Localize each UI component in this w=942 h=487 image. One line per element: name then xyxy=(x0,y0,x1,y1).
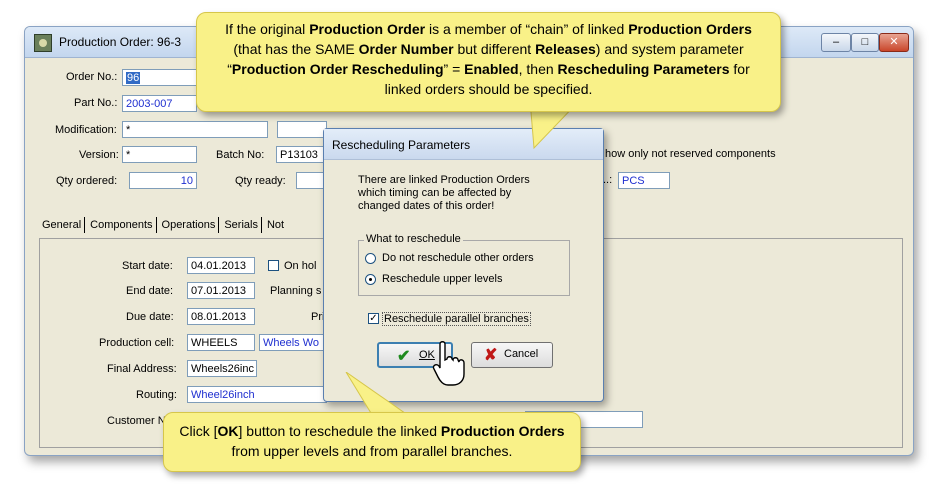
production-cell-label: Production cell: xyxy=(99,337,175,349)
reschedule-upper-levels-label[interactable]: Reschedule upper levels xyxy=(382,273,502,285)
unit-label: ..: xyxy=(603,174,613,186)
due-date-field[interactable]: 08.01.2013 xyxy=(187,308,255,325)
final-address-label: Final Address: xyxy=(107,363,177,375)
batch-no-field[interactable]: P13103 xyxy=(276,146,326,163)
start-date-label: Start date: xyxy=(122,260,173,272)
maximize-icon: □ xyxy=(861,36,869,48)
dialog-message-line-3: changed dates of this order! xyxy=(358,200,495,212)
routing-field[interactable]: Wheel26inch xyxy=(187,386,327,403)
maximize-button[interactable]: □ xyxy=(851,33,879,52)
on-hold-label: On hol xyxy=(284,260,317,272)
modification-field[interactable]: * xyxy=(122,121,268,138)
window-title: Production Order: 96-3 xyxy=(59,35,182,49)
minimize-button[interactable]: – xyxy=(821,33,851,52)
callout-bottom: Click [OK] button to reschedule the link… xyxy=(163,412,581,472)
app-icon xyxy=(34,34,52,52)
qty-ready-label: Qty ready: xyxy=(235,175,286,187)
end-date-label: End date: xyxy=(126,285,174,297)
minimize-icon: – xyxy=(832,36,840,48)
qty-ordered-label: Qty ordered: xyxy=(56,175,118,187)
tab-components[interactable]: Components xyxy=(87,217,157,233)
modification-extra-field[interactable] xyxy=(277,121,327,138)
close-icon: ✕ xyxy=(889,36,899,48)
production-cell-field[interactable]: WHEELS xyxy=(187,334,255,351)
end-date-field[interactable]: 07.01.2013 xyxy=(187,282,255,299)
close-button[interactable]: ✕ xyxy=(879,33,909,52)
part-no-field[interactable]: 2003-007 xyxy=(122,95,197,112)
reschedule-group-box xyxy=(358,240,570,296)
planning-label: Planning s xyxy=(270,285,322,297)
reschedule-upper-levels-radio[interactable] xyxy=(365,274,376,285)
callout-top: If the original Production Order is a me… xyxy=(196,12,781,112)
cancel-x-icon: ✘ xyxy=(484,347,498,364)
dialog-message-line-1: There are linked Production Orders xyxy=(358,174,530,186)
production-cell-name-field[interactable]: Wheels Wo xyxy=(259,334,325,351)
final-address-field[interactable]: Wheels26inc xyxy=(187,360,257,377)
reschedule-group-label: What to reschedule xyxy=(364,233,463,245)
version-field[interactable]: * xyxy=(122,146,197,163)
order-no-label: Order No.: xyxy=(66,71,118,83)
parallel-branches-checkbox[interactable]: ✓ xyxy=(368,313,379,324)
tab-general[interactable]: General xyxy=(39,217,86,233)
qty-ready-field[interactable] xyxy=(296,172,326,189)
dialog-message-line-2: which timing can be affected by xyxy=(358,187,512,199)
modification-label: Modification: xyxy=(55,124,117,136)
cancel-button[interactable]: ✘ Cancel xyxy=(471,342,553,368)
unit-field[interactable]: PCS xyxy=(618,172,670,189)
order-no-field[interactable]: 96 xyxy=(122,69,197,86)
customer-label: Customer N xyxy=(107,415,166,427)
cancel-label: Cancel xyxy=(504,348,539,360)
dialog-title: Rescheduling Parameters xyxy=(332,138,471,152)
tab-serials[interactable]: Serials xyxy=(221,217,262,233)
routing-label: Routing: xyxy=(136,389,177,401)
batch-no-label: Batch No: xyxy=(216,149,265,161)
check-icon: ✔ xyxy=(397,348,411,365)
tab-operations[interactable]: Operations xyxy=(159,217,220,233)
show-reserved-label[interactable]: how only not reserved components xyxy=(605,148,776,160)
qty-ordered-field[interactable]: 10 xyxy=(129,172,197,189)
part-no-label: Part No.: xyxy=(74,97,118,109)
do-not-reschedule-label[interactable]: Do not reschedule other orders xyxy=(382,252,534,264)
do-not-reschedule-radio[interactable] xyxy=(365,253,376,264)
tab-notes[interactable]: Not xyxy=(264,217,287,233)
hand-cursor-icon xyxy=(432,341,465,386)
on-hold-checkbox[interactable] xyxy=(268,260,279,271)
tab-strip: General Components Operations Serials Not xyxy=(39,217,289,239)
version-label: Version: xyxy=(79,149,119,161)
parallel-branches-label[interactable]: Reschedule parallel branches xyxy=(382,312,531,326)
due-date-label: Due date: xyxy=(126,311,174,323)
start-date-field[interactable]: 04.01.2013 xyxy=(187,257,255,274)
